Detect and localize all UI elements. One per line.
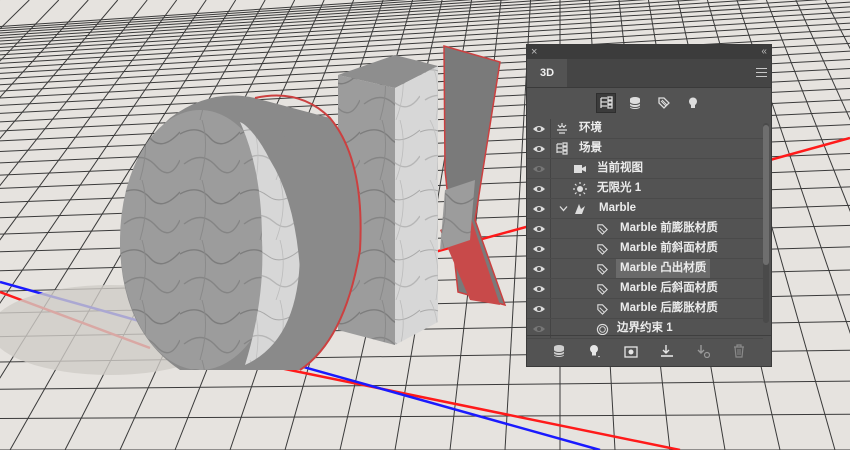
- light-filter-button[interactable]: [683, 93, 703, 113]
- list-item-marble-mesh[interactable]: Marble: [527, 199, 763, 219]
- scene-hierarchy-icon: [600, 96, 613, 109]
- row-label: Marble: [599, 202, 637, 214]
- add-light-button[interactable]: [584, 340, 606, 362]
- collapse-icon[interactable]: ‹‹: [761, 45, 767, 59]
- marble-o-letter: [120, 94, 362, 371]
- list-item-material-selected[interactable]: Marble 凸出材质: [527, 259, 763, 279]
- row-label: 场景: [579, 142, 602, 154]
- trash-icon: [734, 344, 744, 358]
- render-icon: [624, 345, 638, 358]
- marble-x-letter: [440, 45, 507, 307]
- new-object-button[interactable]: [692, 340, 714, 362]
- list-item-material[interactable]: Marble 前膨胀材质: [527, 219, 763, 239]
- eye-icon: [532, 165, 545, 172]
- panel-menu-icon[interactable]: [756, 68, 767, 77]
- visibility-toggle[interactable]: [527, 179, 551, 198]
- row-label: Marble 前斜面材质: [620, 242, 718, 254]
- visibility-toggle[interactable]: [527, 119, 551, 138]
- eye-icon: [532, 245, 545, 252]
- new-object-icon: [697, 345, 710, 358]
- row-label: 当前视图: [597, 162, 643, 174]
- row-label: Marble 凸出材质: [616, 259, 711, 278]
- scrollbar-thumb[interactable]: [763, 125, 769, 265]
- eye-icon: [532, 265, 545, 272]
- visibility-toggle[interactable]: [527, 199, 551, 218]
- ground-button[interactable]: [656, 340, 678, 362]
- new-mesh-button[interactable]: [548, 340, 570, 362]
- tab-3d[interactable]: 3D: [527, 59, 567, 87]
- eye-icon: [532, 125, 545, 132]
- visibility-toggle[interactable]: [527, 259, 551, 278]
- material-icon: [596, 263, 608, 275]
- camera-icon: [574, 165, 586, 173]
- material-filter-button[interactable]: [654, 93, 674, 113]
- render-button[interactable]: [620, 340, 642, 362]
- mesh-icon: [575, 204, 585, 214]
- list-item-material[interactable]: Marble 后斜面材质: [527, 279, 763, 299]
- infinite-light-icon: [573, 182, 587, 196]
- filter-toolbar: [527, 91, 771, 117]
- list-item-environment[interactable]: 环境: [527, 119, 763, 139]
- material-icon: [596, 223, 608, 235]
- visibility-toggle[interactable]: [527, 219, 551, 238]
- light-bulb-icon: [590, 345, 600, 358]
- panel-tab-bar: 3D: [527, 59, 771, 88]
- visibility-toggle[interactable]: [527, 299, 551, 318]
- eye-icon: [532, 285, 545, 292]
- x-axis-line-front: [279, 366, 681, 450]
- chevron-down-icon[interactable]: [559, 204, 568, 213]
- delete-button[interactable]: [728, 340, 750, 362]
- constraint-icon: [596, 323, 608, 335]
- scrollbar[interactable]: [763, 123, 769, 323]
- row-label: 无限光 1: [597, 182, 642, 194]
- row-label: Marble 后斜面材质: [620, 282, 718, 294]
- panel-title-strip: × ‹‹: [527, 45, 771, 59]
- scene-icon: [556, 142, 568, 155]
- mesh-filter-button[interactable]: [625, 93, 645, 113]
- mesh-stack-icon: [553, 345, 565, 357]
- row-label: Marble 后膨胀材质: [620, 302, 718, 314]
- panel-bottom-toolbar: [527, 335, 771, 366]
- list-item-current-view[interactable]: 当前视图: [527, 159, 763, 179]
- eye-icon: [532, 305, 545, 312]
- material-filter-icon: [658, 97, 670, 109]
- close-icon[interactable]: ×: [531, 45, 537, 59]
- material-icon: [596, 283, 608, 295]
- visibility-toggle[interactable]: [527, 139, 551, 158]
- row-label: 环境: [579, 122, 602, 134]
- list-item-infinite-light[interactable]: 无限光 1: [527, 179, 763, 199]
- scene-filter-button[interactable]: [596, 93, 616, 113]
- visibility-toggle[interactable]: [527, 239, 551, 258]
- visibility-toggle[interactable]: [527, 159, 551, 178]
- material-icon: [596, 243, 608, 255]
- 3d-panel: × ‹‹ 3D 环境 场景 当前视图 无限光 1 Marble Marble 前…: [526, 44, 772, 367]
- drop-to-ground-icon: [661, 345, 673, 357]
- list-item-material[interactable]: Marble 前斜面材质: [527, 239, 763, 259]
- environment-icon: [557, 123, 567, 134]
- eye-icon: [532, 225, 545, 232]
- layer-list: 环境 场景 当前视图 无限光 1 Marble Marble 前膨胀材质 Mar…: [527, 119, 763, 339]
- eye-icon: [532, 325, 545, 332]
- light-filter-icon: [689, 97, 697, 108]
- list-item-material[interactable]: Marble 后膨胀材质: [527, 299, 763, 319]
- list-item-scene[interactable]: 场景: [527, 139, 763, 159]
- eye-icon: [532, 145, 545, 152]
- mesh-filter-icon: [629, 97, 641, 109]
- visibility-toggle[interactable]: [527, 279, 551, 298]
- eye-icon: [532, 185, 545, 192]
- row-label: Marble 前膨胀材质: [620, 222, 718, 234]
- eye-icon: [532, 205, 545, 212]
- material-icon: [596, 303, 608, 315]
